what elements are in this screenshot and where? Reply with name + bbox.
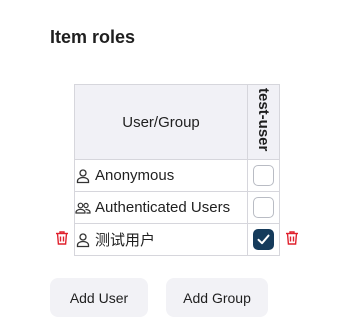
remove-row-trash-icon[interactable] — [54, 230, 70, 246]
check-icon — [257, 234, 270, 245]
column-header-role: test-user — [247, 84, 280, 160]
role-checkbox[interactable] — [253, 229, 274, 250]
add-group-button[interactable]: Add Group — [166, 278, 268, 317]
user-group-name: 测试用户 — [95, 232, 156, 249]
table-row: 测试用户 — [74, 223, 280, 256]
table-row: Anonymous — [74, 159, 280, 192]
user-group-name: Anonymous — [95, 167, 175, 184]
role-checkbox[interactable] — [253, 197, 274, 218]
table-row: Authenticated Users — [74, 191, 280, 224]
user-icon — [75, 232, 91, 248]
user-group-cell: Anonymous — [74, 159, 248, 192]
section-title: Item roles — [50, 27, 136, 47]
role-name-label: test-user — [255, 88, 272, 152]
table-header-row: User/Group test-user — [74, 84, 280, 160]
user-icon — [75, 168, 91, 184]
group-icon — [75, 200, 91, 216]
user-group-cell: 测试用户 — [74, 223, 248, 256]
roles-table: User/Group test-user Anonymous Authentic… — [74, 84, 280, 256]
add-user-button[interactable]: Add User — [50, 278, 148, 317]
user-group-name: Authenticated Users — [95, 199, 231, 216]
role-checkbox[interactable] — [253, 165, 274, 186]
remove-role-trash-icon[interactable] — [284, 230, 300, 246]
column-header-user-group: User/Group — [74, 84, 248, 160]
user-group-cell: Authenticated Users — [74, 191, 248, 224]
item-roles-panel: Item roles User/Group test-user Anonymou… — [0, 0, 358, 326]
